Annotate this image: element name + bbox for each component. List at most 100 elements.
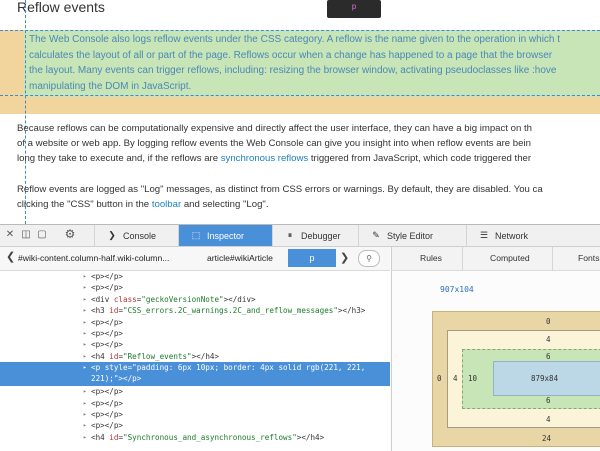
devtools-panel: ✕ ◫ ▢ ⚙ ❯ Console ⬚ Inspector ⏸ Debugger ✎ Styl…	[0, 224, 600, 451]
tag-name: <h4	[91, 432, 110, 442]
markup-node-text: <p></p>	[91, 409, 123, 420]
markup-node[interactable]: ▸ <h4 id="Synchronous_and_asynchronous_re…	[0, 432, 390, 443]
markup-node[interactable]: ▸ <p></p>	[0, 339, 390, 350]
chevron-right-icon[interactable]: ❯	[340, 251, 349, 264]
expand-arrow-icon[interactable]: ▸	[83, 282, 87, 293]
markup-node-selected[interactable]: ▸ <p style="padding: 6px 10px; border: 4p…	[0, 362, 390, 387]
margin-left-value[interactable]: 0	[437, 374, 442, 383]
tab-label: Style Editor	[387, 230, 434, 241]
body-line: Because reflows can be computationally e…	[17, 123, 532, 134]
gear-icon[interactable]: ⚙	[64, 227, 76, 241]
style-editor-icon: ✎	[372, 230, 380, 240]
breadcrumb-item-active[interactable]: p	[288, 249, 336, 267]
tag-name: <div	[91, 294, 114, 304]
network-icon: ☰	[479, 230, 489, 240]
text-segment: long they take to execute and, if the re…	[17, 153, 221, 164]
markup-node[interactable]: ▸ <p></p>	[0, 271, 390, 282]
highlighted-line: the layout. Many events can trigger refl…	[29, 65, 557, 76]
expand-arrow-icon[interactable]: ▸	[83, 409, 87, 420]
border-bottom-value[interactable]: 4	[546, 415, 551, 424]
markup-node-text: <p></p>	[91, 328, 123, 339]
element-tooltip: p	[327, 0, 381, 18]
markup-node[interactable]: ▸ <p></p>	[0, 328, 390, 339]
expand-arrow-icon[interactable]: ▸	[83, 317, 87, 328]
markup-node[interactable]: ▸ <p></p>	[0, 420, 390, 431]
markup-node[interactable]: ▸ <h3 id="CSS_errors.2C_warnings.2C_and_r…	[0, 305, 390, 316]
tab-console[interactable]: ❯ Console	[94, 225, 178, 246]
expand-arrow-icon[interactable]: ▸	[83, 420, 87, 431]
guide-line-bottom	[0, 95, 600, 96]
markup-node[interactable]: ▸ <p></p>	[0, 317, 390, 328]
tab-debugger[interactable]: ⏸ Debugger	[272, 225, 358, 246]
breadcrumb-item[interactable]: #wiki-content.column-half.wiki-column...	[18, 253, 169, 263]
close-icon[interactable]: ✕	[4, 229, 16, 240]
markup-node-text: <p></p>	[91, 398, 123, 409]
dock-side-icon[interactable]: ◫	[20, 229, 32, 240]
tag-name: <p	[91, 363, 105, 373]
tab-label: Console	[123, 230, 157, 241]
expand-arrow-icon[interactable]: ▸	[83, 294, 87, 305]
markup-node-text: <p></p>	[91, 271, 123, 282]
element-dimensions: 907x104	[440, 285, 474, 294]
border-left-value[interactable]: 4	[453, 374, 458, 383]
expand-arrow-icon[interactable]: ▸	[83, 339, 87, 350]
tab-network[interactable]: ☰ Network	[466, 225, 546, 246]
markup-node[interactable]: ▸ <h4 id="Reflow_events"></h4>	[0, 351, 390, 362]
tab-inspector[interactable]: ⬚ Inspector	[178, 225, 272, 246]
console-icon: ❯	[108, 230, 116, 240]
tag-name: <p></p>	[91, 340, 124, 350]
tag-name: <h4	[91, 351, 110, 361]
devtools-toolbar: ✕ ◫ ▢ ⚙ ❯ Console ⬚ Inspector ⏸ Debugger ✎ Styl…	[0, 225, 600, 247]
dock-window-icon[interactable]: ▢	[36, 229, 48, 240]
chevron-left-icon[interactable]: ❮	[6, 250, 15, 263]
attr-value: "Synchronous_and_asynchronous_reflows"	[123, 432, 297, 442]
inspector-icon: ⬚	[191, 230, 201, 240]
tab-fonts[interactable]: Fonts	[578, 253, 600, 263]
padding-bottom-value[interactable]: 6	[546, 396, 551, 405]
tab-style-editor[interactable]: ✎ Style Editor	[358, 225, 466, 246]
markup-node-text: <p style="padding: 6px 10px; border: 4px…	[91, 362, 365, 373]
expand-arrow-icon[interactable]: ▸	[83, 432, 87, 443]
search-icon[interactable]: ⚲	[358, 250, 380, 267]
expand-arrow-icon[interactable]: ▸	[83, 305, 87, 316]
margin-top-value[interactable]: 0	[546, 317, 551, 326]
tag-close: ></h4>	[191, 351, 220, 361]
markup-node-text: <p></p>	[91, 386, 123, 397]
border-top-value[interactable]: 4	[546, 335, 551, 344]
tag-name: <p></p>	[91, 329, 124, 338]
markup-view: ▸ <p></p> ▸ <p></p> ▸ <div class="geckoVersio…	[0, 271, 390, 451]
expand-arrow-icon[interactable]: ▸	[83, 386, 87, 397]
expand-arrow-icon[interactable]: ▸	[83, 398, 87, 409]
breadcrumb-item[interactable]: article#wikiArticle	[207, 253, 273, 263]
toolbar-link[interactable]: toolbar	[152, 199, 181, 210]
markup-node[interactable]: ▸ <p></p>	[0, 386, 390, 397]
tab-computed[interactable]: Computed	[490, 253, 530, 263]
tag-name: <h3	[91, 306, 110, 316]
tag-name: <p></p>	[91, 283, 124, 293]
expand-arrow-icon[interactable]: ▸	[83, 271, 87, 282]
section-heading: Reflow events	[17, 0, 105, 15]
markup-node-text-continued: 221);"></p>	[91, 374, 142, 384]
markup-node[interactable]: ▸ <p></p>	[0, 398, 390, 409]
body-line: of a website or web app. By logging refl…	[17, 138, 531, 149]
tab-rules[interactable]: Rules	[420, 253, 442, 263]
expand-arrow-icon[interactable]: ▸	[83, 362, 87, 373]
synchronous-reflows-link[interactable]: synchronous reflows	[221, 153, 308, 164]
tab-divider	[552, 247, 553, 270]
markup-node[interactable]: ▸ <p></p>	[0, 409, 390, 420]
padding-left-value[interactable]: 10	[468, 374, 477, 383]
attr-name: style	[104, 363, 128, 373]
markup-node-text: <div class="geckoVersionNote"></div>	[91, 294, 256, 305]
margin-bottom-value[interactable]: 24	[542, 434, 551, 443]
expand-arrow-icon[interactable]: ▸	[83, 351, 87, 362]
markup-node-text: <p></p>	[91, 282, 123, 293]
padding-top-value[interactable]: 6	[546, 352, 551, 361]
sidebar-tabs: Rules Computed Fonts	[391, 247, 600, 271]
tag-name: <p></p>	[91, 317, 124, 327]
tag-name: <p></p>	[91, 387, 124, 397]
markup-node[interactable]: ▸ <p></p>	[0, 282, 390, 293]
expand-arrow-icon[interactable]: ▸	[83, 328, 87, 339]
tag-name: <p></p>	[91, 410, 124, 419]
markup-node[interactable]: ▸ <div class="geckoVersionNote"></div>	[0, 294, 390, 305]
tooltip-tag: p	[351, 2, 357, 11]
